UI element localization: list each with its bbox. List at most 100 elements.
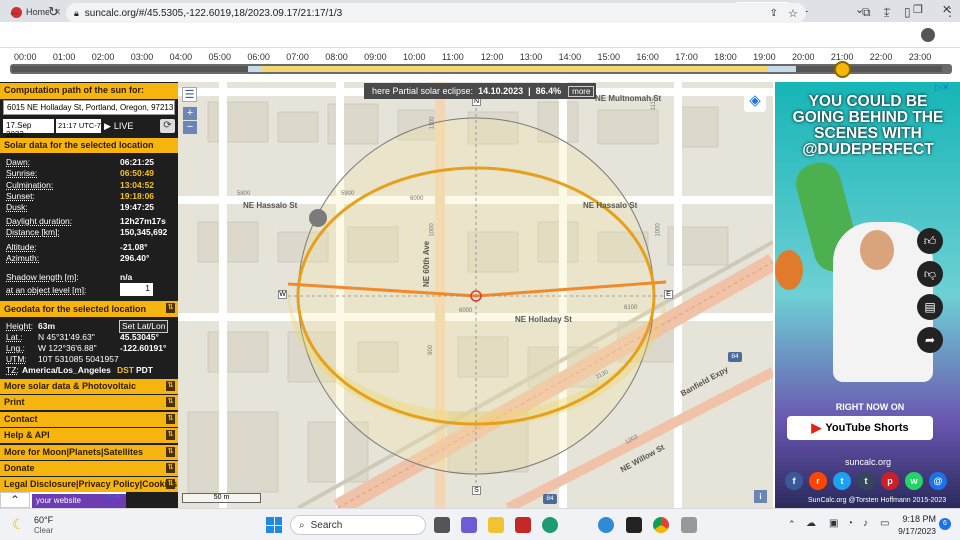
sidepanel-icon[interactable]: ▯ bbox=[904, 5, 911, 19]
tray-chevron-icon[interactable]: ⌃ bbox=[788, 519, 796, 530]
house-number: 6000 bbox=[459, 308, 473, 314]
expand-icon: ⇅ bbox=[166, 463, 175, 473]
interstate-shield: 84 bbox=[543, 494, 557, 504]
solar-label: Distance [km]: bbox=[6, 227, 60, 238]
volume-icon[interactable]: ♪ bbox=[863, 518, 868, 529]
battery-icon[interactable]: ▭ bbox=[880, 518, 889, 529]
file-explorer-icon[interactable] bbox=[488, 517, 504, 533]
house-number: 1000 bbox=[429, 223, 436, 237]
compass-e: E bbox=[664, 290, 673, 299]
eclipse-prefix: here Partial solar eclipse: bbox=[372, 86, 474, 96]
lock-icon: 🔒︎ bbox=[74, 7, 79, 18]
geodata-header[interactable]: Geodata for the selected location ⇅ bbox=[0, 301, 178, 317]
object-level-input[interactable]: 1 bbox=[120, 283, 153, 296]
reload-icon[interactable]: ↻ bbox=[48, 4, 59, 20]
address-input[interactable]: 6015 NE Holladay St, Portland, Oregon, 9… bbox=[3, 100, 175, 115]
solar-label: Altitude: bbox=[6, 242, 37, 252]
live-button[interactable]: ▶ LIVE bbox=[104, 119, 138, 133]
wifi-icon[interactable]: ◔ bbox=[847, 518, 853, 529]
whatsapp-icon[interactable]: w bbox=[905, 472, 923, 490]
tumblr-icon[interactable]: t bbox=[857, 472, 875, 490]
chrome-icon[interactable] bbox=[653, 517, 669, 533]
sidebar-menu-item[interactable]: Contact ⇅ bbox=[0, 411, 178, 427]
dusk-bar bbox=[768, 66, 796, 72]
youtube-shorts-label: YouTube Shorts bbox=[825, 422, 909, 434]
sidebar-ad[interactable]: ⌃ your website ▷✕ bbox=[0, 492, 126, 508]
zoom-out-button[interactable]: − bbox=[183, 121, 197, 134]
like-icon[interactable]: 👍︎ bbox=[917, 228, 943, 254]
refresh-location-icon[interactable]: ⟳ bbox=[160, 119, 175, 133]
extensions-icon[interactable]: ⧉ bbox=[862, 5, 871, 20]
weather-condition[interactable]: Clear bbox=[34, 526, 53, 535]
search-label: Search bbox=[310, 519, 343, 531]
forward-icon[interactable]: → bbox=[28, 4, 41, 19]
facebook-icon[interactable]: f bbox=[785, 472, 803, 490]
menu-item-label: More for Moon|Planets|Satellites bbox=[4, 446, 144, 457]
mcafee-icon[interactable] bbox=[515, 517, 531, 533]
teams-icon[interactable] bbox=[461, 517, 477, 533]
map-layers-icon[interactable]: ◈ bbox=[744, 90, 766, 112]
street-label-hassalo-east: NE Hassalo St bbox=[583, 201, 638, 210]
app-icon[interactable] bbox=[598, 517, 614, 533]
dislike-icon[interactable]: 👎︎ bbox=[917, 261, 943, 287]
hour-label: 08:00 bbox=[325, 52, 348, 62]
expand-icon: ⇅ bbox=[166, 381, 175, 391]
profile-avatar[interactable] bbox=[921, 28, 935, 42]
bookmark-star-icon[interactable]: ☆ bbox=[788, 7, 798, 20]
twitter-icon[interactable]: t bbox=[833, 472, 851, 490]
clock-date[interactable]: 9/17/2023 bbox=[891, 526, 936, 536]
address-bar[interactable]: 🔒︎ suncalc.org/#/45.5305,-122.6019,18/20… bbox=[66, 3, 806, 23]
sidebar-menu-item[interactable]: Help & API ⇅ bbox=[0, 428, 178, 444]
info-button[interactable]: i bbox=[754, 490, 767, 503]
maximize-button[interactable]: ❐ bbox=[913, 3, 923, 16]
ad-close-icon[interactable]: ▷✕ bbox=[108, 492, 126, 502]
weather-moon-icon[interactable]: ☾ bbox=[12, 516, 25, 533]
reddit-icon[interactable]: r bbox=[809, 472, 827, 490]
photos-icon[interactable] bbox=[626, 517, 642, 533]
solar-label: Sunset: bbox=[6, 190, 35, 201]
back-icon[interactable]: ← bbox=[8, 4, 21, 19]
share-icon[interactable]: ⇪ bbox=[770, 8, 778, 19]
scroll-up-icon[interactable]: ⌃ bbox=[0, 492, 30, 508]
taskbar-search[interactable]: ⌕ Search bbox=[290, 515, 426, 535]
date-input[interactable]: 17.Sep 2023 bbox=[3, 119, 54, 139]
solar-value: 12h27m17s bbox=[120, 216, 166, 226]
address-toolbar bbox=[0, 22, 960, 48]
edge-icon[interactable] bbox=[542, 517, 558, 533]
hour-label: 00:00 bbox=[14, 52, 37, 62]
task-view-icon[interactable] bbox=[434, 517, 450, 533]
download-icon[interactable]: ⤓ bbox=[884, 5, 889, 20]
hour-label: 16:00 bbox=[636, 52, 659, 62]
sidebar-menu-item[interactable]: Donate ⇅ bbox=[0, 461, 178, 476]
time-slider-knob[interactable] bbox=[833, 61, 851, 78]
sidebar-menu-item[interactable]: More for Moon|Planets|Satellites ⇅ bbox=[0, 444, 178, 460]
utm-value: 10T 531085 5041957 bbox=[38, 354, 119, 364]
weather-temp[interactable]: 60°F bbox=[34, 515, 53, 525]
copyright: SunCalc.org @Torsten Hoffmann 2015-2023 bbox=[808, 497, 947, 504]
ad-panel[interactable]: YOU COULD BE GOING BEHIND THE SCENES WIT… bbox=[775, 82, 960, 508]
menu-item-label: Contact bbox=[4, 413, 38, 424]
share-arrow-icon[interactable]: ➦ bbox=[917, 327, 943, 353]
sidebar-menu-item[interactable]: More solar data & Photovoltaic ⇅ bbox=[0, 379, 178, 394]
email-icon[interactable]: @ bbox=[929, 472, 947, 490]
sidebar-menu-item[interactable]: Print ⇅ bbox=[0, 395, 178, 411]
comment-icon[interactable]: ▤ bbox=[917, 294, 943, 320]
menu-icon[interactable]: ⋮ bbox=[944, 5, 956, 19]
time-input[interactable]: 21:17 UTC-7 bbox=[56, 119, 101, 133]
onedrive-icon[interactable]: ☁ bbox=[806, 518, 816, 529]
zoom-in-button[interactable]: + bbox=[183, 107, 197, 120]
clock-time[interactable]: 9:18 PM bbox=[900, 514, 936, 524]
sidebar-menu-item[interactable]: Legal Disclosure|Privacy Policy|Cookies ⇅ bbox=[0, 477, 178, 493]
tray-app-icon[interactable]: ▣ bbox=[829, 518, 838, 529]
layers-menu-icon[interactable]: ☰ bbox=[182, 87, 197, 102]
pinterest-icon[interactable]: p bbox=[881, 472, 899, 490]
ad-choices-icon[interactable]: ▷✕ bbox=[935, 82, 949, 94]
app-icon[interactable] bbox=[681, 517, 697, 533]
youtube-shorts-button[interactable]: ▶ YouTube Shorts bbox=[787, 416, 933, 440]
windows-start-icon[interactable] bbox=[266, 517, 282, 533]
map-area[interactable]: NE Multnomah St NE Hassalo St NE Hassalo… bbox=[178, 82, 773, 508]
eclipse-more-button[interactable]: more bbox=[568, 85, 595, 97]
notification-badge[interactable]: 6 bbox=[939, 518, 951, 530]
solar-data-header[interactable]: Solar data for the selected location bbox=[0, 138, 178, 153]
map-canvas[interactable] bbox=[178, 82, 773, 508]
